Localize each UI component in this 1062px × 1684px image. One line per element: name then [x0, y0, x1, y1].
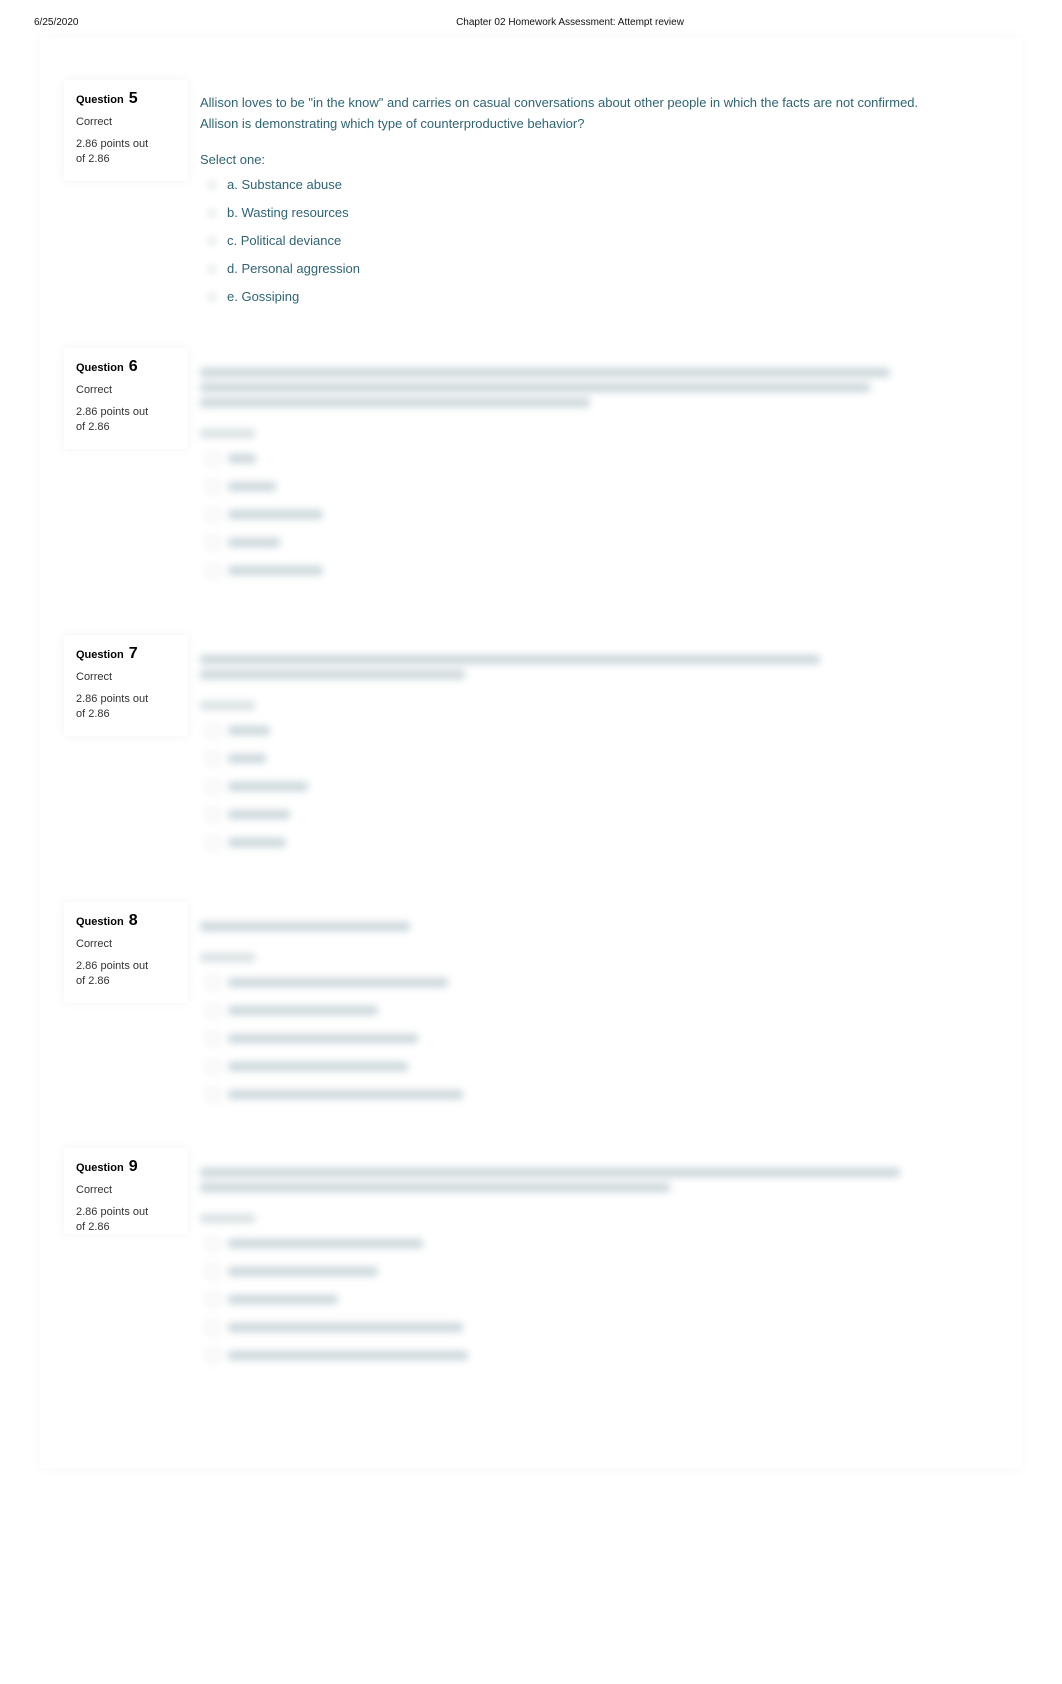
answer-option[interactable]: c. Political deviance	[200, 227, 940, 255]
answer-option[interactable]: b. Wasting resources	[200, 199, 940, 227]
question-grade: 2.86 points out of 2.86	[76, 138, 149, 165]
question-info: Question 6 Correct 2.86 points out of 2.…	[64, 348, 188, 449]
blurred-question-content	[200, 916, 940, 1108]
answer-list: a. Substance abuse b. Wasting resources …	[200, 171, 940, 311]
answer-option[interactable]	[200, 1285, 940, 1313]
radio-icon[interactable]	[206, 780, 220, 794]
question-title: Question 6	[76, 358, 138, 375]
radio-icon[interactable]	[206, 291, 218, 303]
question-title: Question 8	[76, 912, 138, 929]
radio-icon[interactable]	[206, 207, 218, 219]
question-content: Allison loves to be "in the know" and ca…	[200, 92, 940, 311]
print-title: Chapter 02 Homework Assessment: Attempt …	[456, 17, 684, 28]
question-state: Correct	[76, 384, 113, 396]
answer-option[interactable]	[200, 472, 940, 500]
radio-icon[interactable]	[206, 724, 220, 738]
answer-option[interactable]	[200, 1313, 940, 1341]
answer-option[interactable]	[200, 500, 940, 528]
answer-option[interactable]	[200, 996, 940, 1024]
radio-icon[interactable]	[206, 1004, 220, 1018]
blurred-question-content	[200, 362, 940, 584]
question-state: Correct	[76, 671, 113, 683]
answer-option[interactable]	[200, 556, 940, 584]
question-title: Question 9	[76, 1158, 138, 1175]
answer-option[interactable]	[200, 772, 940, 800]
answer-option[interactable]	[200, 528, 940, 556]
answer-option[interactable]	[200, 444, 940, 472]
question-number: 5	[128, 90, 138, 107]
radio-icon[interactable]	[206, 452, 220, 466]
radio-icon[interactable]	[206, 564, 220, 578]
question-state: Correct	[76, 116, 113, 128]
radio-icon[interactable]	[206, 1060, 220, 1074]
question-grade: 2.86 points out of 2.86	[76, 960, 149, 987]
radio-icon[interactable]	[206, 179, 218, 191]
answer-option[interactable]	[200, 1080, 940, 1108]
question-title: Question 5	[76, 90, 138, 107]
answer-option[interactable]	[200, 1229, 940, 1257]
question-number: 9	[128, 1158, 138, 1175]
answer-prompt: Select one:	[200, 152, 266, 167]
question-state: Correct	[76, 938, 113, 950]
question-grade: 2.86 points out of 2.86	[76, 406, 149, 433]
radio-icon[interactable]	[206, 235, 218, 247]
answer-option[interactable]: d. Personal aggression	[200, 255, 940, 283]
question-info: Question 7 Correct 2.86 points out of 2.…	[64, 635, 188, 736]
blurred-question-content	[200, 649, 940, 856]
radio-icon[interactable]	[206, 1237, 220, 1251]
radio-icon[interactable]	[206, 1321, 220, 1335]
answer-option[interactable]	[200, 1024, 940, 1052]
question-number: 6	[128, 358, 138, 375]
radio-icon[interactable]	[206, 1265, 220, 1279]
radio-icon[interactable]	[206, 1349, 220, 1363]
question-info: Question 9 Correct 2.86 points out of 2.…	[64, 1148, 188, 1234]
answer-option[interactable]	[200, 828, 940, 856]
question-grade: 2.86 points out of 2.86	[76, 693, 149, 720]
radio-icon[interactable]	[206, 1293, 220, 1307]
answer-option[interactable]	[200, 968, 940, 996]
question-state: Correct	[76, 1184, 113, 1196]
question-title: Question 7	[76, 645, 138, 662]
answer-option[interactable]	[200, 1341, 940, 1369]
question-grade: 2.86 points out of 2.86	[76, 1206, 149, 1233]
radio-icon[interactable]	[206, 808, 220, 822]
radio-icon[interactable]	[206, 752, 220, 766]
blurred-question-content	[200, 1162, 940, 1369]
radio-icon[interactable]	[206, 836, 220, 850]
answer-option[interactable]: a. Substance abuse	[200, 171, 940, 199]
radio-icon[interactable]	[206, 536, 220, 550]
radio-icon[interactable]	[206, 976, 220, 990]
answer-option[interactable]: e. Gossiping	[200, 283, 940, 311]
answer-option[interactable]	[200, 800, 940, 828]
answer-option[interactable]	[200, 716, 940, 744]
radio-icon[interactable]	[206, 263, 218, 275]
answer-option[interactable]	[200, 1052, 940, 1080]
question-info: Question 5 Correct 2.86 points out of 2.…	[64, 80, 188, 181]
radio-icon[interactable]	[206, 1032, 220, 1046]
print-header: 6/25/2020 Chapter 02 Homework Assessment…	[0, 17, 1062, 33]
answer-option[interactable]	[200, 1257, 940, 1285]
question-number: 7	[128, 645, 138, 662]
question-text: Allison loves to be "in the know" and ca…	[200, 95, 919, 131]
question-number: 8	[128, 912, 138, 929]
radio-icon[interactable]	[206, 1088, 220, 1102]
question-info: Question 8 Correct 2.86 points out of 2.…	[64, 902, 188, 1003]
radio-icon[interactable]	[206, 508, 220, 522]
radio-icon[interactable]	[206, 480, 220, 494]
answer-option[interactable]	[200, 744, 940, 772]
